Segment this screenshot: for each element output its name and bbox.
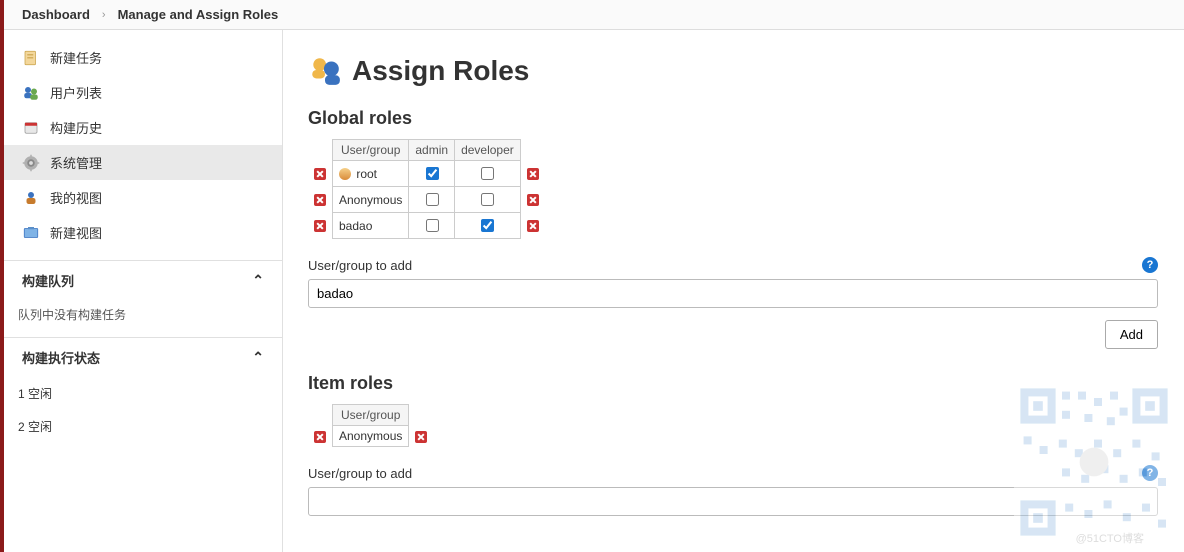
table-header: User/group xyxy=(333,140,409,161)
history-icon xyxy=(22,119,40,137)
executor-row: 1 空闲 xyxy=(4,377,282,410)
admin-checkbox[interactable] xyxy=(426,193,439,206)
sidebar-item-4[interactable]: 我的视图 xyxy=(4,180,282,215)
sidebar-item-label: 新建视图 xyxy=(50,223,102,242)
developer-checkbox[interactable] xyxy=(481,219,494,232)
table-row: badao xyxy=(308,213,545,239)
chevron-right-icon: › xyxy=(102,9,106,21)
item-add-input[interactable] xyxy=(308,487,1158,516)
help-icon[interactable]: ? xyxy=(1142,257,1158,273)
help-icon[interactable]: ? xyxy=(1142,465,1158,481)
delete-icon[interactable] xyxy=(527,194,539,206)
item-add-label: User/group to add xyxy=(308,466,412,481)
build-queue-header[interactable]: 构建队列 ⌃ xyxy=(4,260,282,300)
people-icon xyxy=(308,54,342,88)
global-roles-heading: Global roles xyxy=(308,108,1158,129)
sidebar-item-label: 新建任务 xyxy=(50,48,102,67)
delete-icon[interactable] xyxy=(527,168,539,180)
add-button[interactable]: Add xyxy=(1105,320,1158,349)
delete-icon[interactable] xyxy=(415,431,427,443)
user-cell: root xyxy=(333,161,409,187)
delete-icon[interactable] xyxy=(314,431,326,443)
delete-icon[interactable] xyxy=(314,194,326,206)
user-cell: badao xyxy=(333,213,409,239)
table-row: root xyxy=(308,161,545,187)
table-header: developer xyxy=(455,140,521,161)
sidebar-item-2[interactable]: 构建历史 xyxy=(4,110,282,145)
user-icon xyxy=(339,168,351,180)
developer-checkbox[interactable] xyxy=(481,167,494,180)
build-queue-title: 构建队列 xyxy=(22,271,74,290)
item-roles-table: User/group Anonymous xyxy=(308,404,433,447)
sidebar-item-label: 用户列表 xyxy=(50,83,102,102)
global-add-input[interactable] xyxy=(308,279,1158,308)
users-icon xyxy=(22,84,40,102)
exec-status-title: 构建执行状态 xyxy=(22,348,100,367)
chevron-down-icon: ⌃ xyxy=(252,272,264,289)
user-cell: Anonymous xyxy=(333,187,409,213)
sidebar-item-label: 系统管理 xyxy=(50,153,102,172)
user-cell: Anonymous xyxy=(333,426,409,447)
sidebar-item-3[interactable]: 系统管理 xyxy=(4,145,282,180)
developer-checkbox[interactable] xyxy=(481,193,494,206)
sidebar-item-0[interactable]: 新建任务 xyxy=(4,40,282,75)
newview-icon xyxy=(22,224,40,242)
doc-icon xyxy=(22,49,40,67)
admin-checkbox[interactable] xyxy=(426,167,439,180)
breadcrumb-home[interactable]: Dashboard xyxy=(22,7,90,22)
table-header: admin xyxy=(409,140,455,161)
chevron-down-icon: ⌃ xyxy=(252,349,264,366)
page-title-text: Assign Roles xyxy=(352,55,529,87)
delete-icon[interactable] xyxy=(314,220,326,232)
table-header: User/group xyxy=(333,405,409,426)
exec-status-header[interactable]: 构建执行状态 ⌃ xyxy=(4,337,282,377)
sidebar: 新建任务用户列表构建历史系统管理我的视图新建视图 构建队列 ⌃ 队列中没有构建任… xyxy=(4,30,283,552)
gear-icon xyxy=(22,154,40,172)
breadcrumb: Dashboard › Manage and Assign Roles xyxy=(4,0,1184,30)
sidebar-item-1[interactable]: 用户列表 xyxy=(4,75,282,110)
table-row: Anonymous xyxy=(308,187,545,213)
sidebar-item-label: 我的视图 xyxy=(50,188,102,207)
executor-row: 2 空闲 xyxy=(4,410,282,443)
item-roles-heading: Item roles xyxy=(308,373,1158,394)
breadcrumb-current[interactable]: Manage and Assign Roles xyxy=(118,7,279,22)
myview-icon xyxy=(22,189,40,207)
page-title: Assign Roles xyxy=(308,54,1158,88)
delete-icon[interactable] xyxy=(314,168,326,180)
main-panel: Assign Roles Global roles User/groupadmi… xyxy=(282,30,1184,552)
sidebar-item-5[interactable]: 新建视图 xyxy=(4,215,282,250)
delete-icon[interactable] xyxy=(527,220,539,232)
build-queue-empty: 队列中没有构建任务 xyxy=(4,300,282,337)
sidebar-item-label: 构建历史 xyxy=(50,118,102,137)
table-row: Anonymous xyxy=(308,426,433,447)
global-add-label: User/group to add xyxy=(308,258,412,273)
admin-checkbox[interactable] xyxy=(426,219,439,232)
global-roles-table: User/groupadmindeveloper rootAnonymousba… xyxy=(308,139,545,239)
